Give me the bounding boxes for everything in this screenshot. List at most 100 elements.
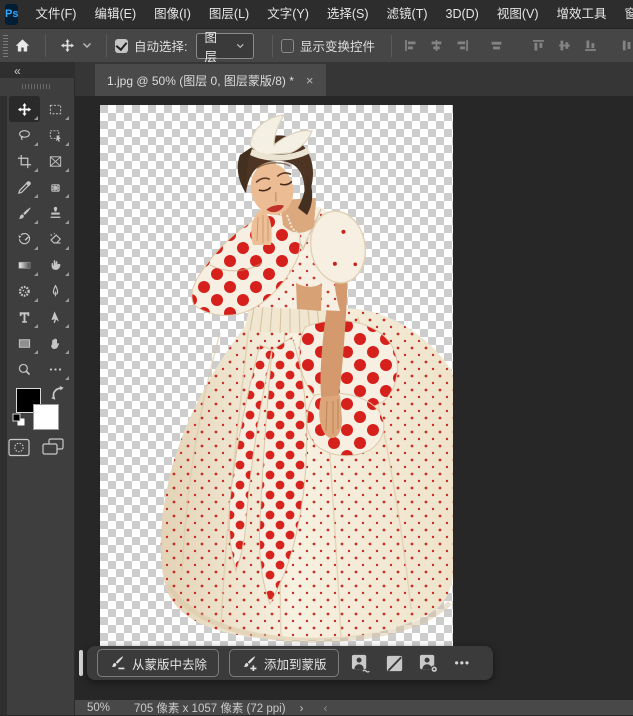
hand-tool[interactable] <box>40 330 71 356</box>
subtract-from-mask-button[interactable]: 从蒙版中去除 <box>97 649 220 677</box>
menu-item-window[interactable]: 窗口(W) <box>616 0 633 28</box>
type-tool[interactable] <box>9 304 40 330</box>
align-right-edges-icon[interactable] <box>456 39 469 52</box>
distribute-horizontal-centers-icon[interactable] <box>490 39 503 52</box>
menu-bar: Ps 文件(F) 编辑(E) 图像(I) 图层(L) 文字(Y) 选择(S) 滤… <box>0 0 633 28</box>
chevron-right-icon[interactable]: › <box>300 701 304 715</box>
more-options-button[interactable]: ••• <box>451 656 475 670</box>
home-button[interactable] <box>8 32 37 60</box>
move-tool[interactable] <box>9 96 40 122</box>
auto-select-label: 自动选择: <box>134 40 188 54</box>
crop-tool[interactable] <box>9 148 40 174</box>
toolbar-panel <box>0 78 75 715</box>
zoom-tool[interactable] <box>9 356 40 382</box>
quick-mask-button[interactable] <box>8 438 30 457</box>
mask-settings-icon <box>419 654 439 673</box>
menu-item-edit[interactable]: 编辑(E) <box>85 0 145 28</box>
document-canvas[interactable] <box>100 105 453 662</box>
align-horizontal-centers-icon[interactable] <box>430 39 443 52</box>
pen-tool[interactable] <box>40 278 71 304</box>
chevron-down-icon <box>82 43 91 48</box>
divider <box>391 34 392 57</box>
menu-item-filter[interactable]: 滤镜(T) <box>378 0 437 28</box>
subtract-from-mask-label: 从蒙版中去除 <box>132 657 208 672</box>
background-color-swatch[interactable] <box>33 404 59 430</box>
align-bottom-edges-icon[interactable] <box>584 39 597 52</box>
flyout-indicator <box>65 194 69 198</box>
eyedropper-tool[interactable] <box>9 174 40 200</box>
menu-item-3d[interactable]: 3D(D) <box>437 0 488 28</box>
align-left-edges-icon[interactable] <box>404 39 417 52</box>
flyout-indicator <box>34 350 38 354</box>
home-icon <box>15 39 30 52</box>
add-to-mask-label: 添加到蒙版 <box>264 657 327 672</box>
flyout-indicator <box>34 324 38 328</box>
flyout-indicator <box>34 246 38 250</box>
flyout-indicator <box>34 168 38 172</box>
tool-preset-move[interactable] <box>54 32 98 60</box>
toolbar-drag-handle[interactable] <box>22 84 52 89</box>
menu-item-view[interactable]: 视图(V) <box>488 0 548 28</box>
flyout-indicator <box>34 142 38 146</box>
lasso-tool[interactable] <box>9 122 40 148</box>
chevron-down-icon <box>236 43 244 48</box>
menu-item-image[interactable]: 图像(I) <box>145 0 200 28</box>
flyout-indicator <box>34 272 38 276</box>
menu-item-select[interactable]: 选择(S) <box>318 0 378 28</box>
swap-colors-icon[interactable] <box>50 385 66 401</box>
align-vertical-centers-icon[interactable] <box>558 39 571 52</box>
flyout-indicator <box>65 376 69 380</box>
cutout-photo <box>100 105 453 662</box>
default-colors-icon[interactable] <box>12 413 26 427</box>
menu-item-plugins[interactable]: 增效工具 <box>548 0 616 28</box>
rectangle-shape-tool[interactable] <box>9 330 40 356</box>
menu-item-type[interactable]: 文字(Y) <box>258 0 318 28</box>
align-top-edges-icon[interactable] <box>532 39 545 52</box>
rectangular-marquee-tool[interactable] <box>40 96 71 122</box>
auto-select-target-dropdown[interactable]: 图层 <box>195 31 254 64</box>
history-brush-tool[interactable] <box>9 226 40 252</box>
menu-item-layer[interactable]: 图层(L) <box>200 0 258 28</box>
frame-tool[interactable] <box>40 148 71 174</box>
menu-item-file[interactable]: 文件(F) <box>26 0 85 28</box>
close-tab-icon[interactable]: × <box>306 73 314 88</box>
mask-settings-button[interactable] <box>417 651 441 675</box>
brush-minus-icon <box>111 656 125 670</box>
more-tools-button[interactable] <box>40 356 71 382</box>
collapse-panels-icon[interactable]: « <box>14 64 21 78</box>
auto-select-target-value: 图层 <box>204 30 218 64</box>
sponge-tool[interactable] <box>9 278 40 304</box>
object-selection-tool[interactable] <box>40 122 71 148</box>
gradient-tool[interactable] <box>9 252 40 278</box>
document-tab-label: 1.jpg @ 50% (图层 0, 图层蒙版/8) * <box>107 73 294 88</box>
flyout-indicator <box>65 246 69 250</box>
eraser-tool[interactable] <box>40 226 71 252</box>
clone-stamp-tool[interactable] <box>40 200 71 226</box>
document-tab[interactable]: 1.jpg @ 50% (图层 0, 图层蒙版/8) * × <box>95 64 326 96</box>
path-selection-tool[interactable] <box>40 304 71 330</box>
flyout-indicator <box>65 350 69 354</box>
move-icon <box>60 38 74 53</box>
tools-grid <box>9 96 71 382</box>
zoom-level-field[interactable]: 50% <box>87 702 110 714</box>
healing-patch-tool[interactable] <box>40 174 71 200</box>
contextual-task-bar: 从蒙版中去除 添加到蒙版 ••• <box>87 646 493 680</box>
flyout-indicator <box>65 168 69 172</box>
disable-mask-icon <box>386 655 403 671</box>
refine-mask-button[interactable] <box>349 651 373 675</box>
smudge-tool[interactable] <box>40 252 71 278</box>
brush-tool[interactable] <box>9 200 40 226</box>
chevron-left-icon[interactable]: ‹ <box>324 701 328 715</box>
flyout-indicator <box>34 220 38 224</box>
panel-edge <box>0 96 7 715</box>
add-to-mask-button[interactable]: 添加到蒙版 <box>229 649 339 677</box>
distribute-vertical-centers-icon[interactable] <box>620 39 633 52</box>
refine-mask-icon <box>351 654 370 673</box>
disable-mask-button[interactable] <box>383 651 407 675</box>
flyout-indicator <box>34 194 38 198</box>
auto-select-checkbox[interactable] <box>114 38 129 53</box>
screen-mode-button[interactable] <box>42 438 64 457</box>
task-bar-drag-handle[interactable] <box>79 650 83 676</box>
document-dimensions: 705 像素 x 1057 像素 (72 ppi) <box>134 702 286 715</box>
show-transform-checkbox[interactable] <box>280 38 295 53</box>
